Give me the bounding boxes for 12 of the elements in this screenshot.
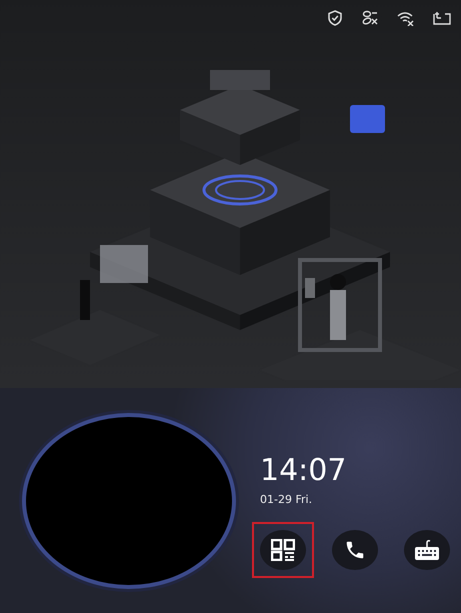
shield-icon (327, 10, 343, 26)
keyboard-button[interactable] (404, 530, 450, 570)
network-port-icon (433, 10, 451, 26)
qr-code-icon (271, 539, 295, 561)
clock-time: 14:07 (260, 453, 348, 489)
qr-code-button[interactable] (260, 530, 306, 570)
phone-button[interactable] (332, 530, 378, 570)
link-off-icon (361, 10, 379, 26)
wifi-off-icon (397, 10, 415, 26)
keyboard-icon (414, 539, 440, 561)
phone-icon (344, 539, 366, 561)
clock-date: 01-29 Fri. (260, 493, 314, 506)
